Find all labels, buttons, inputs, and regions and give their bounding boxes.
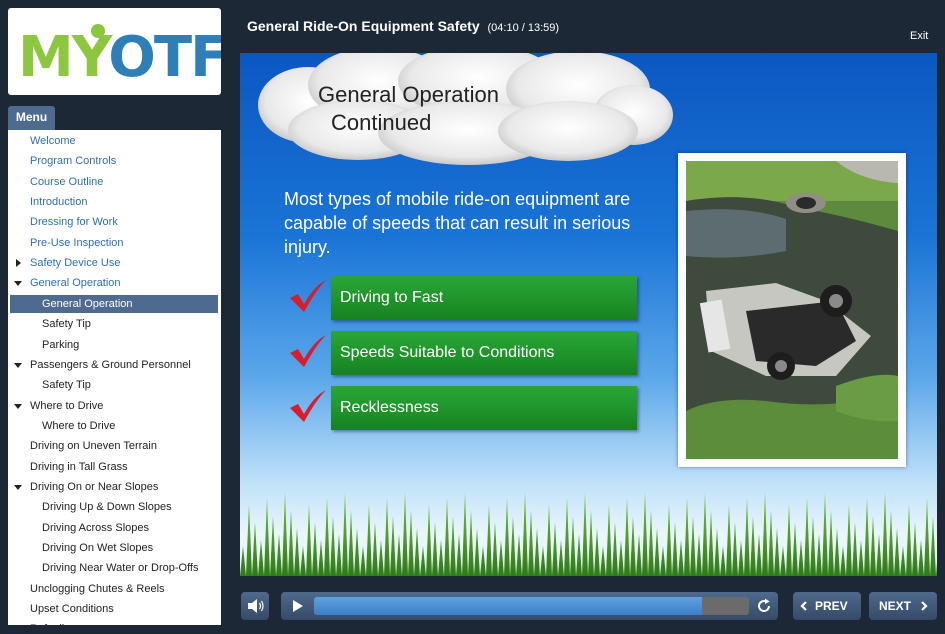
menu-item-label: Welcome [30,135,76,147]
bullet-item: Recklessness [331,386,637,430]
menu-item[interactable]: Safety Tip [10,315,218,333]
menu-item[interactable]: Pre-Use Inspection [10,234,218,252]
menu-item-label: General Operation [42,297,133,310]
bullet-item: Driving to Fast [331,276,637,320]
play-icon[interactable] [289,598,305,614]
course-title-text: General Ride-On Equipment Safety [247,18,480,34]
caret-right-icon[interactable] [16,259,21,268]
menu-item[interactable]: Driving On Wet Slopes [10,539,218,557]
menu-item[interactable]: Where to Drive [10,397,218,415]
progress-bar[interactable] [314,597,749,615]
menu-item[interactable]: Driving in Tall Grass [10,458,218,476]
menu-item[interactable]: General Operation [10,294,218,313]
menu-item-label: Program Controls [30,155,117,168]
menu-item-label: Upset Conditions [30,603,114,616]
menu-item-label: Safety Tip [42,379,91,392]
menu-item[interactable]: General Operation [10,274,218,292]
checkmark-icon [290,335,326,367]
menu-item[interactable]: Program Controls [10,152,218,170]
menu-item[interactable]: Upset Conditions [10,600,218,618]
prev-button[interactable]: PREV [793,592,861,620]
menu-item[interactable]: Driving Across Slopes [10,519,218,537]
menu-item[interactable]: Driving on Uneven Terrain [10,437,218,455]
menu-item[interactable]: Passengers & Ground Personnel [10,356,218,374]
menu-item-label: Safety Device Use [30,257,121,270]
menu-item-label: Introduction [30,196,88,209]
caret-down-icon[interactable] [14,484,22,490]
caret-down-icon[interactable] [14,281,22,287]
caret-down-icon[interactable] [14,403,22,409]
menu-item[interactable]: Introduction [10,193,218,211]
bullet-item: Speeds Suitable to Conditions [331,331,637,375]
menu-item-label: General Operation [30,277,121,290]
menu-item-label: Parking [42,338,80,351]
caret-down-icon[interactable] [14,362,22,368]
menu-item-label: Course Outline [30,175,104,188]
next-button[interactable]: NEXT [869,592,937,620]
menu-item[interactable]: Driving Near Water or Drop-Offs [10,559,218,577]
logo-wordmark: MYOTF [18,25,221,90]
grass-decoration [240,492,937,576]
menu-item-label: Driving On Wet Slopes [42,542,154,554]
checkmark-icon [290,390,326,422]
slide-heading-line1: General Operation [318,82,499,107]
menu-item-label: Passengers & Ground Personnel [30,358,191,371]
logo: MYOTF [8,8,221,95]
replay-icon[interactable] [755,597,773,615]
menu-item-label: Refuelin [30,620,70,625]
exit-button[interactable]: Exit [910,30,928,42]
menu-item-label: Unclogging Chutes & Reels [30,582,165,595]
menu-item[interactable]: Unclogging Chutes & Reels [10,580,218,598]
progress-fill [314,597,703,615]
menu-tab[interactable]: Menu [8,106,55,130]
menu-item[interactable]: Refuelin [10,620,218,625]
checkmark-icon [290,280,326,312]
slide-canvas: General Operation Continued Most types o… [240,53,937,576]
speaker-icon [248,599,264,613]
slide-heading-line2: Continued [331,110,432,135]
menu-item-label: Driving On or Near Slopes [30,480,159,493]
menu-item-label: Where to Drive [30,399,104,412]
prev-label: PREV [815,599,848,613]
menu-item-label: Driving on Uneven Terrain [30,440,157,453]
menu-item[interactable]: Safety Device Use [10,254,218,272]
mute-button[interactable] [241,592,269,620]
next-label: NEXT [879,599,912,613]
overturned-cart-photo [686,161,898,459]
menu-item-label: Pre-Use Inspection [30,236,124,249]
menu-item[interactable]: Welcome [10,132,218,150]
photo-frame [678,153,906,467]
menu-item[interactable]: Driving Up & Down Slopes [10,498,218,516]
menu-item[interactable]: Driving On or Near Slopes [10,478,218,496]
menu-item-label: Driving Across Slopes [42,521,149,534]
menu-item[interactable]: Parking [10,336,218,354]
course-title: General Ride-On Equipment Safety (04:10 … [247,18,559,34]
menu-item-label: Where to Drive [42,419,116,432]
slide-heading: General Operation Continued [318,81,499,137]
menu-item-label: Safety Tip [42,318,91,331]
menu-item[interactable]: Dressing for Work [10,213,218,231]
menu-item-label: Driving Near Water or Drop-Offs [42,562,199,575]
menu-item-label: Dressing for Work [30,216,118,229]
logo-figure-icon [91,24,105,38]
menu-item[interactable]: Course Outline [10,173,218,191]
intro-text: Most types of mobile ride-on equipment a… [284,189,631,257]
menu-item-label: Driving Up & Down Slopes [42,501,172,514]
menu-item-label: Driving in Tall Grass [30,460,128,473]
menu-item[interactable]: Safety Tip [10,376,218,394]
menu-item[interactable]: Where to Drive [10,417,218,435]
chevron-right-icon [921,601,928,611]
menu-list[interactable]: Welcome Program Controls Course Outline Int… [8,130,221,625]
chevron-left-icon [800,601,807,611]
elapsed-time: (04:10 / 13:59) [487,22,560,34]
